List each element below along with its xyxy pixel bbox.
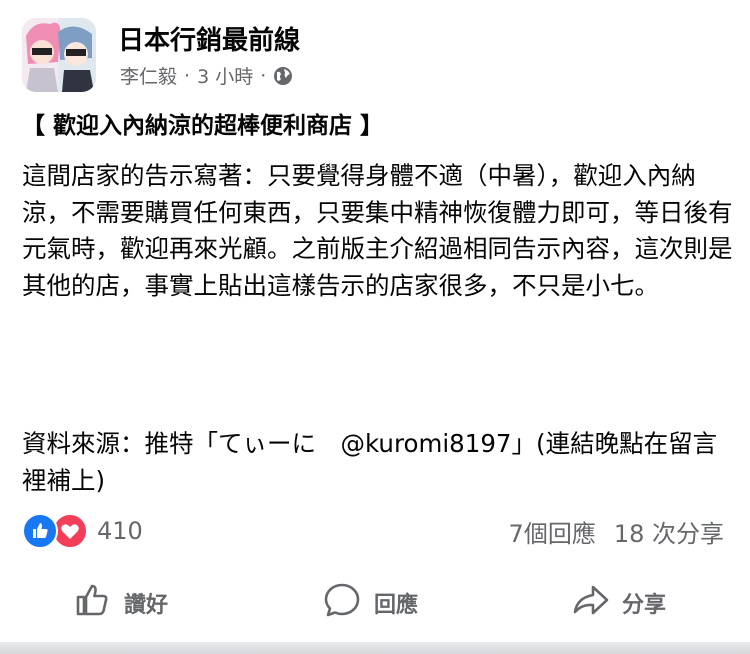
like-icon (22, 513, 58, 549)
like-button[interactable]: 讚好 (72, 576, 168, 630)
post-source-text: 資料來源：推特「てぃーに @kuromi8197」(連結晚點在留言裡補上) (22, 429, 718, 495)
share-label: 分享 (622, 593, 667, 618)
comment-icon (322, 580, 362, 626)
post-header: 日本行銷最前線 李仁毅 · 3 小時 · (22, 18, 732, 92)
reaction-summary[interactable]: 410 (22, 513, 143, 549)
share-button[interactable]: 分享 (570, 576, 666, 630)
comment-count[interactable]: 7個回應 (509, 514, 596, 549)
author-name[interactable]: 李仁毅 (120, 62, 177, 89)
post-meta: 李仁毅 · 3 小時 · (120, 62, 293, 89)
post-body-text: 這間店家的告示寫著：只要覺得身體不適（中暑），歡迎入內納涼，不需要購買任何東西，… (22, 161, 733, 300)
share-count[interactable]: 18 次分享 (614, 514, 724, 549)
post-time[interactable]: 3 小時 (197, 62, 253, 89)
next-post-edge (0, 642, 750, 654)
like-label: 讚好 (124, 593, 169, 618)
page-avatar[interactable] (22, 18, 96, 92)
meta-separator: · (184, 64, 191, 87)
comment-label: 回應 (374, 593, 419, 618)
meta-separator: · (260, 64, 267, 87)
action-bar: 讚好 回應 分享 (0, 576, 750, 630)
thumbs-up-icon (72, 580, 112, 626)
comment-button[interactable]: 回應 (322, 576, 418, 630)
reaction-count: 410 (97, 517, 143, 545)
page-name[interactable]: 日本行銷最前線 (118, 20, 300, 57)
globe-icon (273, 66, 293, 86)
post-title: 【 歡迎入內納涼的超棒便利商店 】 (22, 113, 384, 139)
engagement-stats: 7個回應 18 次分享 (509, 514, 724, 549)
share-icon (570, 580, 610, 626)
